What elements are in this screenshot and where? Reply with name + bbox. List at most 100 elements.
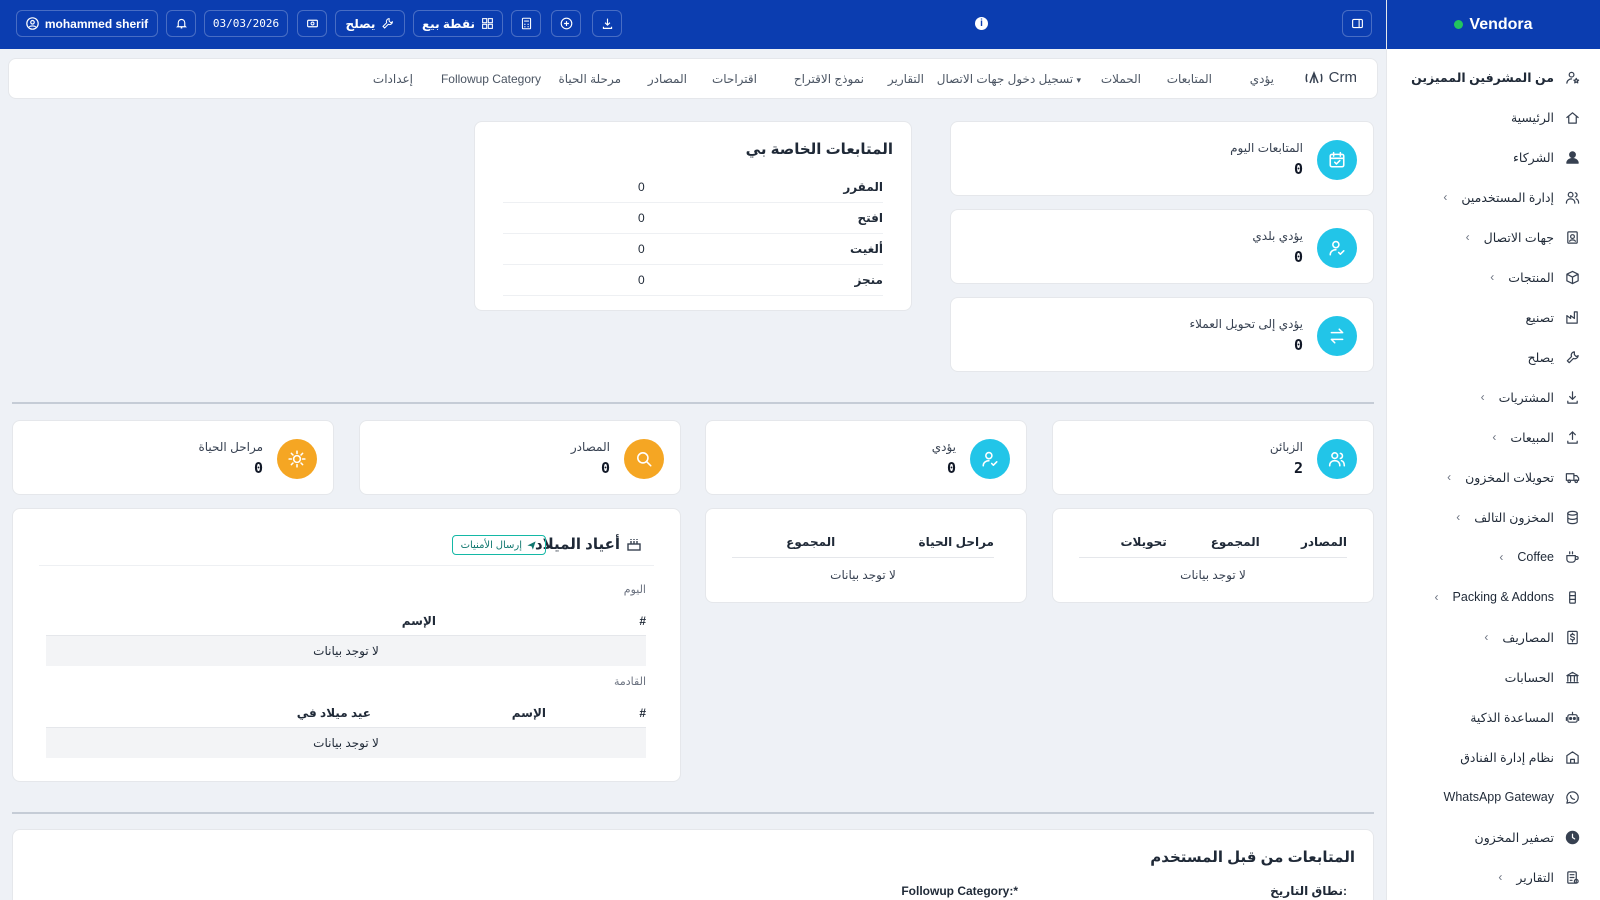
stat-card-my-leads[interactable]: يؤدي بلدي 0 [950, 209, 1374, 284]
section-divider [12, 812, 1374, 814]
sidebar-item-label: يصلح [1527, 350, 1554, 365]
tab-proposal-template[interactable]: نموذج الاقتراح [794, 72, 864, 86]
sidebar-item[interactable]: ‹ المشتريات [1387, 377, 1600, 417]
life-stages-empty: لا توجد بيانات [830, 568, 896, 582]
stat-card-followups-today[interactable]: المتابعات اليوم 0 [950, 121, 1374, 196]
sidebar-item-label: إدارة المستخدمين [1461, 190, 1554, 205]
toggle-sidebar-button[interactable] [1342, 10, 1372, 37]
pos-label: نقطة بيع [421, 16, 476, 31]
col-life-stages: مراحل الحياة [835, 527, 994, 558]
sidebar-item[interactable]: نظام إدارة الفنادق [1387, 737, 1600, 777]
stat-label: يؤدي إلى تحويل العملاء [1189, 316, 1303, 331]
package-icon [1568, 590, 1576, 604]
stat-icon-circle [970, 438, 1010, 479]
sidebar-item[interactable]: ‹ المنتجات [1387, 257, 1600, 297]
sidebar-item[interactable]: ‹ المبيعات [1387, 417, 1600, 457]
life-stages-table: مراحل الحياة المجموع [732, 527, 994, 558]
stat-value: 0 [1293, 335, 1303, 354]
sidebar-item[interactable]: ‹ إدارة المستخدمين [1387, 177, 1600, 217]
sidebar-item[interactable]: ‹ المصاريف [1387, 617, 1600, 657]
sidebar-item-label: نظام إدارة الفنادق [1460, 750, 1554, 765]
sidebar-item[interactable]: ‹ التقارير [1387, 857, 1600, 897]
stat-value: 0 [253, 458, 263, 477]
pos-button[interactable]: نقطة بيع [413, 10, 503, 37]
stat-card-life-stages[interactable]: مراحل الحياة 0 [12, 420, 334, 495]
tab-followup-category[interactable]: Followup Category [441, 72, 541, 86]
user-menu-button[interactable]: mohammed sherif [16, 10, 158, 37]
section-divider [12, 402, 1374, 404]
sidebar-item[interactable]: تصفير المخزون [1387, 817, 1600, 857]
tab-crm[interactable]: Crm [1303, 69, 1357, 86]
stat-label: يؤدي [931, 439, 956, 454]
sidebar-icon-wrap [1564, 509, 1580, 525]
status-dot [1454, 20, 1464, 29]
cash-button[interactable] [297, 10, 327, 37]
sidebar-icon-wrap [1564, 629, 1580, 645]
date-display[interactable]: 03/03/2026 [204, 10, 288, 37]
sidebar-item[interactable]: ‹ المخزون التالف [1387, 497, 1600, 537]
calculator-button[interactable] [511, 10, 541, 37]
sidebar-item-label: تحويلات المخزون [1465, 470, 1554, 485]
sidebar-item[interactable]: المساعدة الذكية [1387, 697, 1600, 737]
sidebar-item[interactable]: ‹ Packing & Addons [1387, 577, 1600, 617]
sidebar-icon-wrap [1564, 749, 1580, 765]
users-icon [1565, 191, 1579, 204]
date-text: 03/03/2026 [212, 17, 280, 30]
tab-campaigns[interactable]: الحملات [1101, 72, 1141, 86]
my-followups-title: المتابعات الخاصة بي [745, 141, 893, 158]
sidebar-item[interactable]: ‹ تحويلات المخزون [1387, 457, 1600, 497]
stat-card-lead-conversion[interactable]: يؤدي إلى تحويل العملاء 0 [950, 297, 1374, 372]
sidebar-item-label: تصنيع [1525, 310, 1554, 325]
sidebar-item[interactable]: الرئيسية [1387, 97, 1600, 137]
sidebar-item[interactable]: الحسابات [1387, 657, 1600, 697]
sidebar-icon-wrap [1564, 309, 1580, 325]
sidebar-item[interactable]: يصلح [1387, 337, 1600, 377]
sidebar-icon-wrap [1564, 549, 1580, 565]
bell-icon [175, 18, 187, 29]
status-count: 0 [638, 273, 645, 287]
birthdays-card: أعياد الميلاد إرسال الأمنيات اليوم # الإ… [12, 508, 681, 782]
tab-contact-login[interactable]: تسجيل دخول جهات الاتصال ▾ [937, 72, 1081, 86]
info-icon[interactable]: i [975, 17, 988, 30]
sidebar-item[interactable]: الشركاء [1387, 137, 1600, 177]
stat-card-sources[interactable]: المصادر 0 [359, 420, 681, 495]
add-button[interactable] [551, 10, 581, 37]
chevron-left-icon: ‹ [1498, 870, 1503, 884]
tab-life-stage[interactable]: مرحلة الحياة [558, 72, 621, 86]
chevron-left-icon: ‹ [1443, 190, 1448, 204]
sidebar-item-label: تصفير المخزون [1474, 830, 1554, 845]
col-birthday-in: عيد ميلاد في [296, 706, 371, 720]
repair-label: يصلح [345, 16, 376, 31]
brand-logo[interactable]: Vendora [1387, 0, 1600, 49]
stat-icon-circle [1317, 315, 1357, 356]
sidebar-item[interactable]: من المشرفين المميزين [1387, 57, 1600, 97]
followup-status-row: افتح 0 [503, 203, 883, 234]
sidebar-item[interactable]: تصنيع [1387, 297, 1600, 337]
wrench-icon [382, 18, 394, 29]
tab-proposals[interactable]: اقتراحات [712, 72, 757, 86]
stat-card-leads[interactable]: يؤدي 0 [705, 420, 1027, 495]
chevron-left-icon: ‹ [1484, 630, 1489, 644]
tab-reports[interactable]: التقارير [888, 72, 924, 86]
stat-value: 0 [600, 458, 610, 477]
download-button[interactable] [592, 10, 622, 37]
stat-icon-circle [1317, 139, 1357, 180]
sidebar-item[interactable]: ‹ جهات الاتصال [1387, 217, 1600, 257]
tab-leads[interactable]: يؤدي [1250, 72, 1274, 86]
send-wishes-button[interactable]: إرسال الأمنيات [451, 535, 546, 555]
notifications-button[interactable] [166, 10, 196, 37]
sidebar-item[interactable]: WhatsApp Gateway [1387, 777, 1600, 817]
sidebar-item[interactable]: ‹ Coffee [1387, 537, 1600, 577]
tab-sources[interactable]: المصادر [648, 72, 687, 86]
tab-settings[interactable]: إعدادات [373, 72, 413, 86]
status-count: 0 [638, 180, 645, 194]
search-icon [637, 451, 652, 467]
tab-followups[interactable]: المتابعات [1167, 72, 1212, 86]
stat-icon-circle [277, 438, 317, 479]
stat-card-customers[interactable]: الزبائن 2 [1052, 420, 1374, 495]
sidebar-item-label: المبيعات [1510, 430, 1554, 445]
sidebar-icon-wrap [1564, 389, 1580, 405]
money-icon [306, 19, 318, 28]
stat-label: المصادر [570, 439, 610, 454]
repair-button[interactable]: يصلح [335, 10, 405, 37]
